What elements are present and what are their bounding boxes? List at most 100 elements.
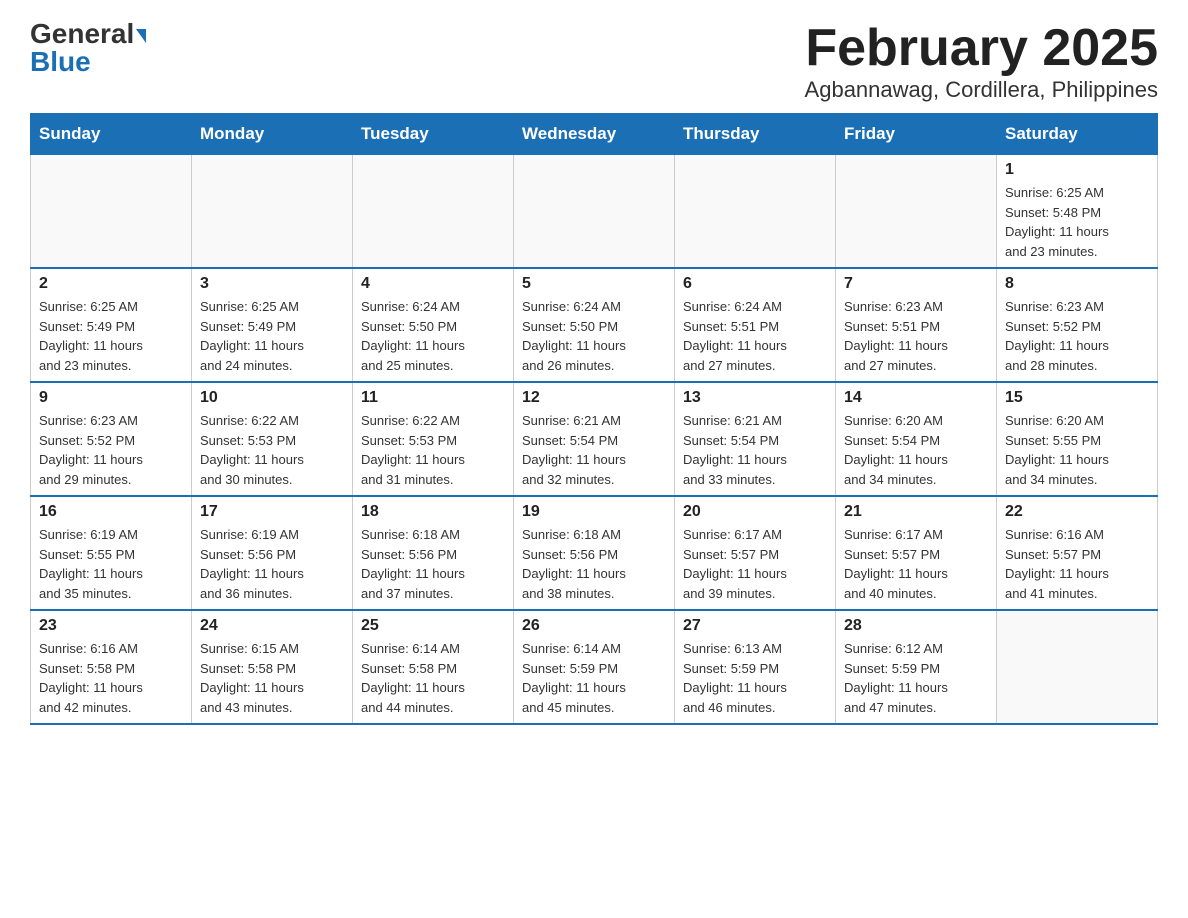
day-info: Sunrise: 6:18 AM Sunset: 5:56 PM Dayligh… bbox=[522, 525, 666, 603]
day-info: Sunrise: 6:25 AM Sunset: 5:49 PM Dayligh… bbox=[200, 297, 344, 375]
day-number: 15 bbox=[1005, 389, 1149, 407]
day-info: Sunrise: 6:24 AM Sunset: 5:50 PM Dayligh… bbox=[522, 297, 666, 375]
day-info: Sunrise: 6:22 AM Sunset: 5:53 PM Dayligh… bbox=[200, 411, 344, 489]
calendar-week-row: 9 Sunrise: 6:23 AM Sunset: 5:52 PM Daylig… bbox=[31, 382, 1158, 496]
table-row: 12 Sunrise: 6:21 AM Sunset: 5:54 PM Dayli… bbox=[514, 382, 675, 496]
calendar-header-row: Sunday Monday Tuesday Wednesday Thursday… bbox=[31, 114, 1158, 155]
page-title: February 2025 bbox=[805, 20, 1158, 77]
table-row: 20 Sunrise: 6:17 AM Sunset: 5:57 PM Dayli… bbox=[675, 496, 836, 610]
table-row bbox=[836, 155, 997, 269]
table-row: 9 Sunrise: 6:23 AM Sunset: 5:52 PM Daylig… bbox=[31, 382, 192, 496]
table-row: 4 Sunrise: 6:24 AM Sunset: 5:50 PM Daylig… bbox=[353, 268, 514, 382]
table-row bbox=[31, 155, 192, 269]
day-number: 6 bbox=[683, 275, 827, 293]
day-number: 4 bbox=[361, 275, 505, 293]
day-info: Sunrise: 6:24 AM Sunset: 5:51 PM Dayligh… bbox=[683, 297, 827, 375]
day-number: 9 bbox=[39, 389, 183, 407]
table-row: 1Sunrise: 6:25 AM Sunset: 5:48 PM Daylig… bbox=[997, 155, 1158, 269]
day-info: Sunrise: 6:14 AM Sunset: 5:59 PM Dayligh… bbox=[522, 639, 666, 717]
table-row: 26 Sunrise: 6:14 AM Sunset: 5:59 PM Dayli… bbox=[514, 610, 675, 724]
header-thursday: Thursday bbox=[675, 114, 836, 155]
page-header: General Blue February 2025 Agbannawag, C… bbox=[30, 20, 1158, 103]
logo-arrow-icon bbox=[136, 29, 146, 43]
day-info: Sunrise: 6:22 AM Sunset: 5:53 PM Dayligh… bbox=[361, 411, 505, 489]
table-row: 25Sunrise: 6:14 AM Sunset: 5:58 PM Dayli… bbox=[353, 610, 514, 724]
title-block: February 2025 Agbannawag, Cordillera, Ph… bbox=[805, 20, 1158, 103]
logo-blue-text: Blue bbox=[30, 46, 91, 77]
table-row: 8Sunrise: 6:23 AM Sunset: 5:52 PM Daylig… bbox=[997, 268, 1158, 382]
day-number: 16 bbox=[39, 503, 183, 521]
day-info: Sunrise: 6:25 AM Sunset: 5:48 PM Dayligh… bbox=[1005, 183, 1149, 261]
day-number: 12 bbox=[522, 389, 666, 407]
table-row: 18 Sunrise: 6:18 AM Sunset: 5:56 PM Dayli… bbox=[353, 496, 514, 610]
table-row: 2Sunrise: 6:25 AM Sunset: 5:49 PM Daylig… bbox=[31, 268, 192, 382]
table-row bbox=[514, 155, 675, 269]
day-number: 13 bbox=[683, 389, 827, 407]
header-monday: Monday bbox=[192, 114, 353, 155]
day-info: Sunrise: 6:20 AM Sunset: 5:55 PM Dayligh… bbox=[1005, 411, 1149, 489]
header-sunday: Sunday bbox=[31, 114, 192, 155]
day-number: 26 bbox=[522, 617, 666, 635]
calendar-table: Sunday Monday Tuesday Wednesday Thursday… bbox=[30, 113, 1158, 725]
table-row: 27Sunrise: 6:13 AM Sunset: 5:59 PM Dayli… bbox=[675, 610, 836, 724]
table-row bbox=[997, 610, 1158, 724]
table-row bbox=[675, 155, 836, 269]
table-row bbox=[192, 155, 353, 269]
day-info: Sunrise: 6:13 AM Sunset: 5:59 PM Dayligh… bbox=[683, 639, 827, 717]
day-number: 11 bbox=[361, 389, 505, 407]
day-info: Sunrise: 6:20 AM Sunset: 5:54 PM Dayligh… bbox=[844, 411, 988, 489]
day-info: Sunrise: 6:17 AM Sunset: 5:57 PM Dayligh… bbox=[844, 525, 988, 603]
day-number: 25 bbox=[361, 617, 505, 635]
table-row: 16 Sunrise: 6:19 AM Sunset: 5:55 PM Dayli… bbox=[31, 496, 192, 610]
day-number: 18 bbox=[361, 503, 505, 521]
table-row: 7Sunrise: 6:23 AM Sunset: 5:51 PM Daylig… bbox=[836, 268, 997, 382]
day-info: Sunrise: 6:18 AM Sunset: 5:56 PM Dayligh… bbox=[361, 525, 505, 603]
calendar-week-row: 2Sunrise: 6:25 AM Sunset: 5:49 PM Daylig… bbox=[31, 268, 1158, 382]
day-info: Sunrise: 6:19 AM Sunset: 5:56 PM Dayligh… bbox=[200, 525, 344, 603]
table-row: 13 Sunrise: 6:21 AM Sunset: 5:54 PM Dayli… bbox=[675, 382, 836, 496]
table-row: 3 Sunrise: 6:25 AM Sunset: 5:49 PM Daylig… bbox=[192, 268, 353, 382]
header-friday: Friday bbox=[836, 114, 997, 155]
table-row: 6 Sunrise: 6:24 AM Sunset: 5:51 PM Daylig… bbox=[675, 268, 836, 382]
day-number: 23 bbox=[39, 617, 183, 635]
calendar-week-row: 16 Sunrise: 6:19 AM Sunset: 5:55 PM Dayli… bbox=[31, 496, 1158, 610]
day-number: 8 bbox=[1005, 275, 1149, 293]
day-info: Sunrise: 6:19 AM Sunset: 5:55 PM Dayligh… bbox=[39, 525, 183, 603]
day-number: 17 bbox=[200, 503, 344, 521]
logo: General Blue bbox=[30, 20, 146, 76]
table-row: 5Sunrise: 6:24 AM Sunset: 5:50 PM Daylig… bbox=[514, 268, 675, 382]
day-info: Sunrise: 6:17 AM Sunset: 5:57 PM Dayligh… bbox=[683, 525, 827, 603]
day-info: Sunrise: 6:16 AM Sunset: 5:58 PM Dayligh… bbox=[39, 639, 183, 717]
table-row: 23 Sunrise: 6:16 AM Sunset: 5:58 PM Dayli… bbox=[31, 610, 192, 724]
calendar-week-row: 23 Sunrise: 6:16 AM Sunset: 5:58 PM Dayli… bbox=[31, 610, 1158, 724]
day-info: Sunrise: 6:21 AM Sunset: 5:54 PM Dayligh… bbox=[522, 411, 666, 489]
day-info: Sunrise: 6:24 AM Sunset: 5:50 PM Dayligh… bbox=[361, 297, 505, 375]
day-info: Sunrise: 6:15 AM Sunset: 5:58 PM Dayligh… bbox=[200, 639, 344, 717]
table-row: 14 Sunrise: 6:20 AM Sunset: 5:54 PM Dayli… bbox=[836, 382, 997, 496]
day-number: 14 bbox=[844, 389, 988, 407]
table-row: 22 Sunrise: 6:16 AM Sunset: 5:57 PM Dayli… bbox=[997, 496, 1158, 610]
day-number: 10 bbox=[200, 389, 344, 407]
table-row: 10 Sunrise: 6:22 AM Sunset: 5:53 PM Dayli… bbox=[192, 382, 353, 496]
day-info: Sunrise: 6:16 AM Sunset: 5:57 PM Dayligh… bbox=[1005, 525, 1149, 603]
day-number: 28 bbox=[844, 617, 988, 635]
day-number: 20 bbox=[683, 503, 827, 521]
table-row: 24 Sunrise: 6:15 AM Sunset: 5:58 PM Dayli… bbox=[192, 610, 353, 724]
day-number: 7 bbox=[844, 275, 988, 293]
header-saturday: Saturday bbox=[997, 114, 1158, 155]
day-number: 3 bbox=[200, 275, 344, 293]
header-tuesday: Tuesday bbox=[353, 114, 514, 155]
table-row: 11 Sunrise: 6:22 AM Sunset: 5:53 PM Dayli… bbox=[353, 382, 514, 496]
calendar-week-row: 1Sunrise: 6:25 AM Sunset: 5:48 PM Daylig… bbox=[31, 155, 1158, 269]
day-info: Sunrise: 6:21 AM Sunset: 5:54 PM Dayligh… bbox=[683, 411, 827, 489]
day-number: 22 bbox=[1005, 503, 1149, 521]
day-number: 24 bbox=[200, 617, 344, 635]
day-info: Sunrise: 6:23 AM Sunset: 5:52 PM Dayligh… bbox=[39, 411, 183, 489]
table-row: 21Sunrise: 6:17 AM Sunset: 5:57 PM Dayli… bbox=[836, 496, 997, 610]
table-row: 28 Sunrise: 6:12 AM Sunset: 5:59 PM Dayli… bbox=[836, 610, 997, 724]
table-row: 17 Sunrise: 6:19 AM Sunset: 5:56 PM Dayli… bbox=[192, 496, 353, 610]
day-info: Sunrise: 6:12 AM Sunset: 5:59 PM Dayligh… bbox=[844, 639, 988, 717]
day-info: Sunrise: 6:25 AM Sunset: 5:49 PM Dayligh… bbox=[39, 297, 183, 375]
table-row bbox=[353, 155, 514, 269]
table-row: 19Sunrise: 6:18 AM Sunset: 5:56 PM Dayli… bbox=[514, 496, 675, 610]
